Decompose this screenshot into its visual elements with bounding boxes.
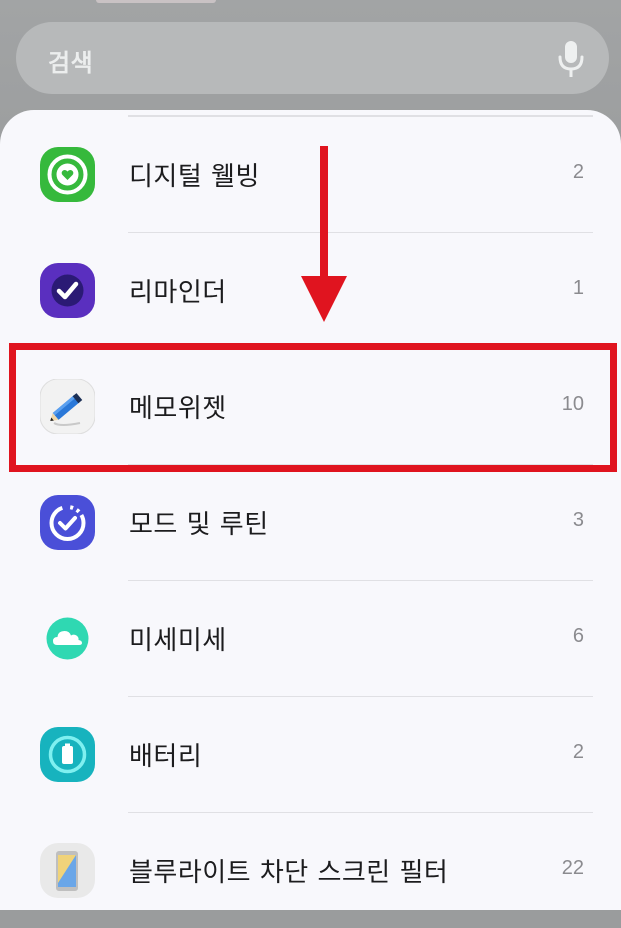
red-arrow-annotation <box>301 146 347 322</box>
list-item-battery[interactable]: 배터리 2 <box>0 696 621 812</box>
battery-icon <box>40 727 95 782</box>
divider <box>128 580 593 581</box>
blue-light-filter-icon <box>40 843 95 898</box>
item-count: 2 <box>572 161 584 183</box>
list-item <box>0 0 621 116</box>
modes-routines-icon <box>40 495 95 550</box>
item-name: 모드 및 루틴 <box>129 510 269 540</box>
item-name: 미세미세 <box>129 626 227 656</box>
divider <box>128 696 593 697</box>
list-item-misemise[interactable]: 미세미세 6 <box>0 580 621 696</box>
item-name: 배터리 <box>129 742 203 772</box>
cloud-icon <box>46 617 89 660</box>
item-name: 디지털 웰빙 <box>129 162 260 192</box>
reminder-icon <box>40 263 95 318</box>
item-name: 리마인더 <box>129 278 227 308</box>
item-name: 블루라이트 차단 스크린 필터 <box>129 858 449 888</box>
item-count: 3 <box>572 509 584 531</box>
item-count: 6 <box>572 625 584 647</box>
divider <box>128 116 593 117</box>
divider <box>128 232 593 233</box>
list-item-blue-light-filter[interactable]: 블루라이트 차단 스크린 필터 22 <box>0 812 621 928</box>
red-highlight-box <box>9 343 617 472</box>
digital-wellbeing-icon <box>40 147 95 202</box>
item-count: 2 <box>572 741 584 763</box>
divider <box>128 812 593 813</box>
list-item-modes-routines[interactable]: 모드 및 루틴 3 <box>0 464 621 580</box>
item-count: 22 <box>561 857 584 879</box>
item-count: 1 <box>572 277 584 299</box>
